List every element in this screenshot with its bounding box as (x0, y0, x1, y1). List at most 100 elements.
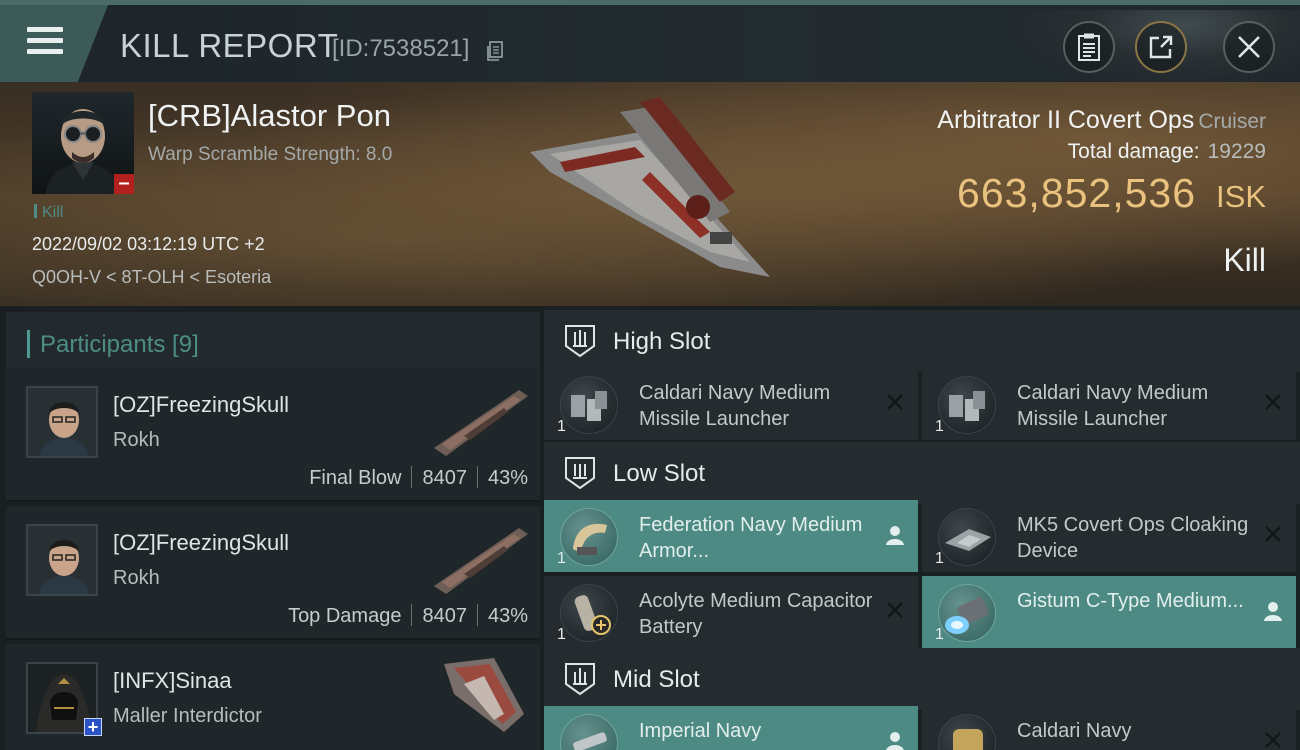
item-quantity: 1 (557, 418, 566, 435)
missile-launcher-icon (560, 376, 618, 434)
fitting-item[interactable]: Caldari Navy (922, 706, 1296, 750)
fitting-item[interactable]: 1 Caldari Navy Medium Missile Launcher (922, 368, 1296, 440)
copy-icon[interactable] (486, 41, 504, 61)
participant-role: Final Blow (309, 467, 402, 489)
isk-value: 663,852,536 (957, 170, 1197, 216)
dropped-pilot-icon (886, 526, 904, 545)
destroyed-icon (1265, 394, 1281, 410)
close-button[interactable] (1223, 21, 1275, 73)
item-name: Federation Navy Medium Armor... (639, 514, 863, 562)
low-slot-label: Low Slot (613, 460, 706, 487)
capacitor-battery-icon (560, 584, 618, 642)
total-damage: Total damage: 19229 (1068, 140, 1266, 164)
item-quantity: 1 (935, 626, 944, 643)
item-name: Acolyte Medium Capacitor Battery (639, 590, 873, 638)
participant-card[interactable]: [OZ]FreezingSkull Rokh Top Damage 8407 43% (6, 506, 540, 640)
item-quantity: 1 (935, 550, 944, 567)
destroyed-icon (887, 394, 903, 410)
total-damage-label: Total damage: (1067, 140, 1200, 163)
participants-panel: Participants [9] [OZ]FreezingSkull Rokh … (0, 306, 540, 750)
low-slot-header: Low Slot (544, 442, 1300, 504)
victim-ship-image (530, 97, 770, 277)
clipboard-icon (1078, 33, 1100, 61)
kill-tag: Kill (34, 204, 63, 222)
ship-class: Cruiser (1198, 110, 1266, 133)
armor-plate-icon (560, 508, 618, 566)
destroyed-icon (887, 602, 903, 618)
participant-card[interactable]: [OZ]FreezingSkull Rokh Final Blow 8407 43% (6, 368, 540, 502)
item-quantity: 1 (935, 418, 944, 435)
fitting-panel: High Slot 1 Caldari Navy Medium Missile … (540, 306, 1300, 750)
close-icon (1238, 36, 1260, 58)
clipboard-button[interactable] (1063, 21, 1115, 73)
participant-percent: 43% (487, 467, 528, 489)
participant-avatar (26, 386, 98, 458)
page-title: KILL REPORT (120, 27, 339, 64)
fitting-item-dropped[interactable]: 1 Federation Navy Medium Armor... (544, 500, 918, 572)
report-id: [ID:7538521] (332, 35, 470, 62)
participant-ship: Rokh (113, 429, 160, 451)
participant-ship-image (434, 528, 528, 594)
result-label: Kill (1223, 242, 1266, 278)
hostile-badge: – (114, 173, 134, 194)
header-accent-bar (27, 330, 30, 358)
participant-ship-image (434, 390, 528, 456)
dropped-pilot-icon (1264, 602, 1282, 621)
share-icon (1149, 35, 1173, 59)
participant-ship-image (444, 658, 524, 732)
menu-button[interactable] (0, 5, 108, 82)
participant-name: [INFX]Sinaa (113, 668, 232, 693)
kill-location[interactable]: Q0OH-V < 8T-OLH < Esoteria (32, 267, 271, 288)
total-damage-value: 19229 (1207, 140, 1266, 163)
fitting-item-dropped[interactable]: 1 Gistum C-Type Medium... (922, 576, 1296, 648)
participant-stats: Final Blow 8407 43% (309, 466, 528, 490)
participant-damage: 8407 (422, 467, 467, 489)
participant-ship: Rokh (113, 567, 160, 589)
participant-stats: Top Damage 8407 43% (288, 604, 528, 628)
item-name: Caldari Navy (1017, 720, 1132, 742)
victim-panel: – [CRB]Alastor Pon Warp Scramble Strengt… (0, 82, 1300, 306)
module-icon (560, 714, 618, 750)
warp-scramble-strength: Warp Scramble Strength: 8.0 (148, 144, 393, 165)
victim-name[interactable]: [CRB]Alastor Pon (148, 98, 391, 134)
destroyed-icon (1265, 526, 1281, 542)
high-slot-header: High Slot (544, 310, 1300, 372)
top-bar: KILL REPORT [ID:7538521] (0, 0, 1300, 87)
item-name: Caldari Navy Medium Missile Launcher (1017, 382, 1209, 430)
item-name: Imperial Navy (639, 720, 762, 742)
kill-tag-label: Kill (42, 204, 64, 221)
participant-percent: 43% (487, 605, 528, 627)
mid-slot-icon (565, 663, 595, 696)
ally-badge: + (84, 718, 102, 736)
shield-extender-icon (938, 584, 996, 642)
menu-icon (27, 27, 63, 55)
ship-name[interactable]: Arbitrator II Covert Ops (937, 106, 1194, 134)
fitting-item[interactable]: 1 MK5 Covert Ops Cloaking Device (922, 500, 1296, 572)
share-button[interactable] (1135, 21, 1187, 73)
dropped-pilot-icon (886, 732, 904, 750)
kill-datetime: 2022/09/02 03:12:19 UTC +2 (32, 234, 265, 254)
participants-header: Participants [9] (6, 312, 540, 372)
participant-damage: 8407 (422, 605, 467, 627)
fitting-item[interactable]: 1 Caldari Navy Medium Missile Launcher (544, 368, 918, 440)
participant-avatar (26, 524, 98, 596)
destroyed-icon (1265, 732, 1281, 748)
mid-slot-header: Mid Slot (544, 648, 1300, 710)
high-slot-icon (565, 325, 595, 358)
isk-value-line: 663,852,536 ISK (957, 170, 1266, 217)
item-quantity: 1 (557, 550, 566, 567)
participant-role: Top Damage (288, 605, 402, 627)
missile-launcher-icon (938, 376, 996, 434)
item-name: Gistum C-Type Medium... (1017, 590, 1244, 612)
fitting-item[interactable]: 1 Acolyte Medium Capacitor Battery (544, 576, 918, 648)
fitting-item-dropped[interactable]: Imperial Navy (544, 706, 918, 750)
participant-name: [OZ]FreezingSkull (113, 392, 290, 417)
item-name: Caldari Navy Medium Missile Launcher (639, 382, 831, 430)
low-slot-icon (565, 457, 595, 490)
mid-slot-label: Mid Slot (613, 666, 700, 693)
participants-label: Participants [9] (40, 331, 199, 358)
participant-name: [OZ]FreezingSkull (113, 530, 290, 555)
isk-unit: ISK (1216, 179, 1266, 214)
item-quantity: 1 (557, 626, 566, 643)
participant-card[interactable]: + [INFX]Sinaa Maller Interdictor (6, 644, 540, 750)
